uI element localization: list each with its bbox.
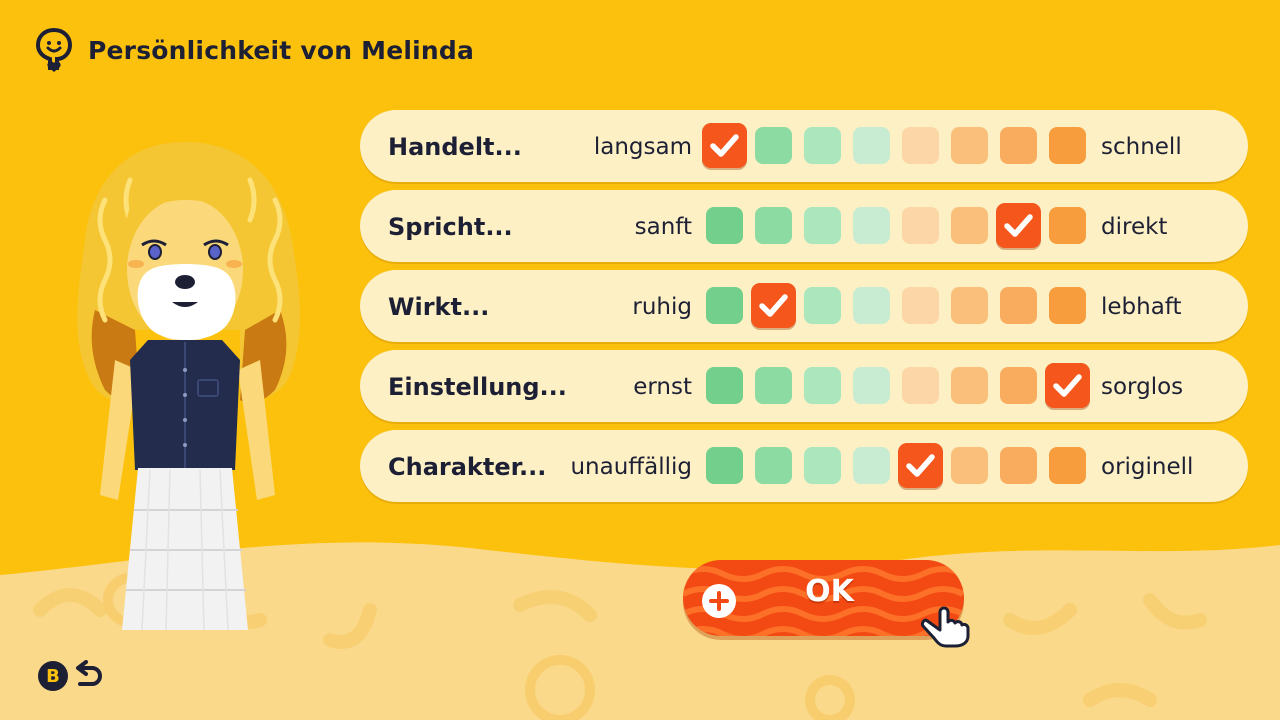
scale-cell[interactable] (951, 287, 988, 324)
scale-cell[interactable] (804, 127, 841, 164)
row-right-word: direkt (1101, 214, 1168, 240)
checkmark-icon (1004, 214, 1033, 237)
row-left-word: langsam (593, 134, 692, 160)
scale-cell[interactable] (951, 207, 988, 244)
row-charakter: Charakter... unauffällig originell (360, 430, 1248, 502)
scale-cell[interactable] (804, 447, 841, 484)
mii-avatar (77, 142, 300, 631)
scale-cell[interactable] (853, 287, 890, 324)
checkmark-icon (1053, 374, 1082, 397)
scale-cell-selected[interactable] (751, 283, 796, 328)
scale-cell[interactable] (853, 127, 890, 164)
scale-cell[interactable] (1000, 367, 1037, 404)
row-handelt: Handelt... langsam schnell (360, 110, 1248, 182)
scale-cell[interactable] (755, 447, 792, 484)
scale-cell[interactable] (902, 207, 939, 244)
scale-cell[interactable] (1000, 127, 1037, 164)
row-left-word: ernst (633, 374, 692, 400)
scale-cell[interactable] (1000, 447, 1037, 484)
row-label: Wirkt... (388, 293, 490, 321)
scale-cell[interactable] (902, 287, 939, 324)
scale-cell[interactable] (1049, 287, 1086, 324)
scale-cell[interactable] (755, 367, 792, 404)
scale-cell[interactable] (853, 447, 890, 484)
scale-cell[interactable] (706, 207, 743, 244)
page-title: Persönlichkeit von Melinda (88, 35, 475, 65)
scale-cell[interactable] (755, 127, 792, 164)
scale-cell[interactable] (902, 367, 939, 404)
row-right-word: sorglos (1101, 374, 1184, 400)
row-label: Handelt... (388, 133, 522, 161)
row-spricht: Spricht... sanft direkt (360, 190, 1248, 262)
scale-cell[interactable] (951, 447, 988, 484)
checkmark-icon (710, 134, 739, 157)
scale-cell[interactable] (1049, 207, 1086, 244)
checkmark-icon (759, 294, 788, 317)
personality-icon (35, 27, 73, 72)
scale-cell[interactable] (706, 447, 743, 484)
row-right-word: schnell (1101, 134, 1182, 160)
row-left-word: sanft (634, 214, 692, 240)
row-label: Spricht... (388, 213, 513, 241)
scale-cell[interactable] (951, 367, 988, 404)
scale-cell[interactable] (706, 287, 743, 324)
scale-cell[interactable] (804, 367, 841, 404)
scale-cell[interactable] (1049, 127, 1086, 164)
scale-cell[interactable] (853, 207, 890, 244)
scale-cell-selected[interactable] (996, 203, 1041, 248)
row-wirkt: Wirkt... ruhig lebhaft (360, 270, 1248, 342)
scale-cell[interactable] (755, 207, 792, 244)
back-hint[interactable]: B (38, 660, 106, 692)
row-left-word: ruhig (632, 294, 692, 320)
back-arrow-icon (76, 660, 102, 686)
row-left-word: unauffällig (570, 454, 692, 480)
scale-cell[interactable] (951, 127, 988, 164)
row-einstellung: Einstellung... ernst sorglos (360, 350, 1248, 422)
scale-cell[interactable] (804, 207, 841, 244)
scale-cell[interactable] (902, 127, 939, 164)
scale-cell[interactable] (1049, 447, 1086, 484)
scale-cell[interactable] (853, 367, 890, 404)
row-right-word: lebhaft (1101, 294, 1182, 320)
scale-cell[interactable] (1000, 287, 1037, 324)
row-right-word: originell (1101, 454, 1194, 480)
b-button-icon: B (38, 661, 68, 691)
scale-cell[interactable] (804, 287, 841, 324)
scale-cell-selected[interactable] (898, 443, 943, 488)
hand-cursor-icon (920, 606, 970, 648)
scale-cell[interactable] (706, 367, 743, 404)
row-label: Charakter... (388, 453, 547, 481)
row-label: Einstellung... (388, 373, 567, 401)
scale-cell-selected[interactable] (1045, 363, 1090, 408)
page-header: Persönlichkeit von Melinda (34, 26, 474, 74)
scale-cell-selected[interactable] (702, 123, 747, 168)
checkmark-icon (906, 454, 935, 477)
